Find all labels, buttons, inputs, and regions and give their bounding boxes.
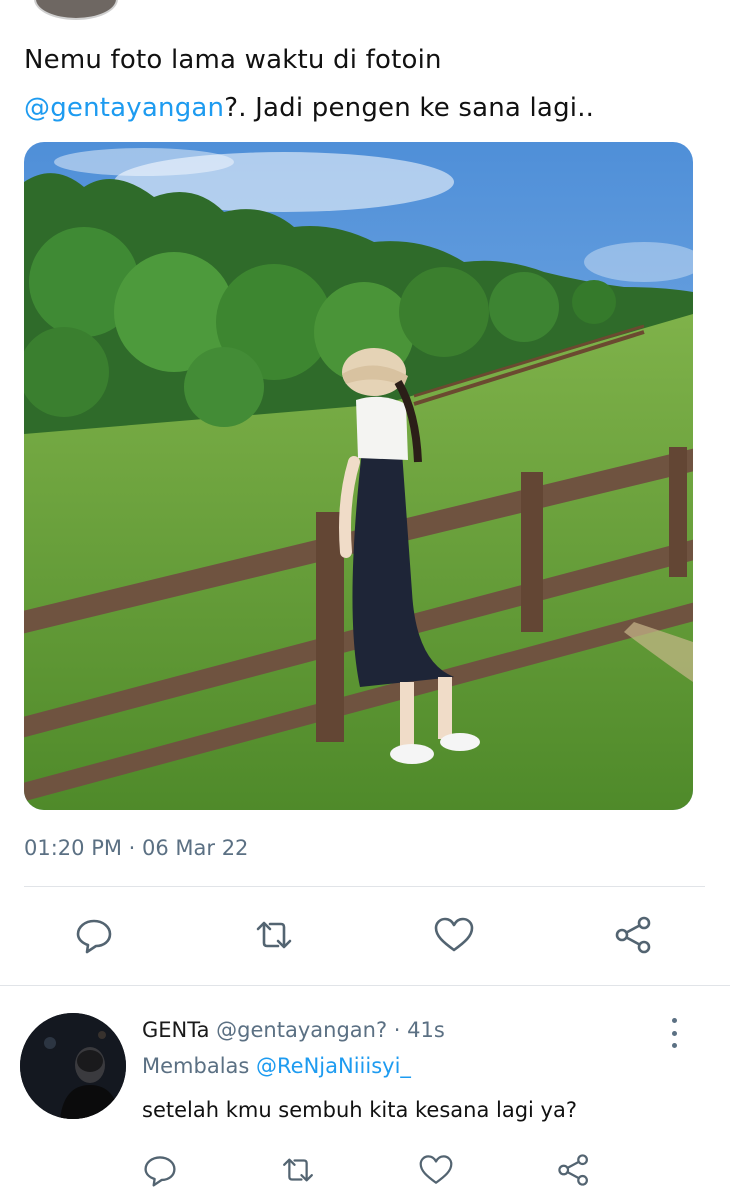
tweet-photo[interactable] — [24, 142, 693, 810]
replying-to-mention[interactable]: @ReNjaNiiisyi_ — [256, 1054, 411, 1078]
divider — [24, 886, 705, 887]
share-icon — [615, 916, 651, 954]
more-vertical-icon — [671, 1018, 677, 1023]
reply-time: · 41s — [387, 1018, 445, 1042]
like-button[interactable] — [414, 1148, 458, 1192]
retweet-button[interactable] — [252, 913, 296, 957]
reply-button[interactable] — [138, 1148, 182, 1192]
tweet-timestamp: 01:20 PM · 06 Mar 22 — [24, 836, 249, 860]
reply-text: setelah kmu sembuh kita kesana lagi ya? — [142, 1098, 578, 1122]
divider — [0, 985, 730, 986]
heart-icon — [434, 917, 474, 952]
reply-header: GENTa @gentayangan? · 41s — [142, 1018, 445, 1042]
retweet-icon — [283, 1158, 313, 1182]
reply-handle[interactable]: @gentayangan? — [216, 1018, 387, 1042]
avatar[interactable] — [20, 1013, 126, 1119]
tweet-mention-link[interactable]: @gentayangan — [24, 93, 224, 123]
replying-to: Membalas @ReNjaNiiisyi_ — [142, 1054, 411, 1078]
reply-bubble-icon — [144, 1156, 176, 1187]
reply-bubble-icon — [76, 919, 112, 954]
heart-icon — [419, 1155, 453, 1184]
like-button[interactable] — [432, 913, 476, 957]
retweet-button[interactable] — [276, 1148, 320, 1192]
tweet-text-line2: ?. Jadi pengen ke sana lagi.. — [224, 93, 595, 123]
share-button[interactable] — [612, 913, 656, 957]
retweet-icon — [256, 921, 292, 949]
tweet-text-line1: Nemu foto lama waktu di fotoin — [24, 45, 442, 75]
reply-display-name[interactable]: GENTa — [142, 1018, 209, 1042]
previous-user-avatar[interactable] — [34, 0, 118, 20]
share-icon — [558, 1154, 588, 1186]
more-button[interactable] — [662, 1018, 686, 1048]
share-button[interactable] — [552, 1148, 596, 1192]
tweet-text: Nemu foto lama waktu di fotoin @gentayan… — [24, 36, 704, 132]
reply-button[interactable] — [72, 913, 116, 957]
replying-label: Membalas — [142, 1054, 250, 1078]
